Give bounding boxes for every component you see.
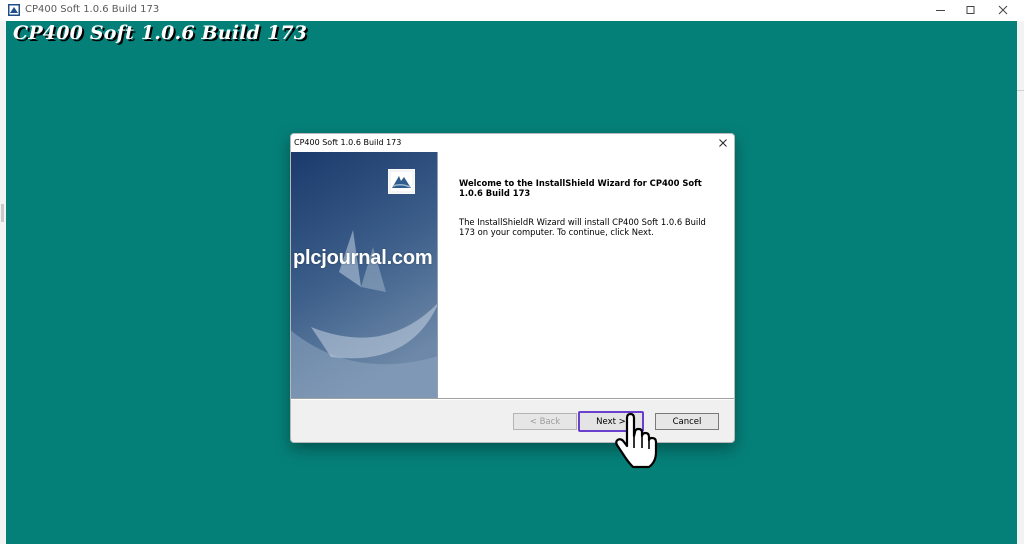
resize-handle: [1, 204, 4, 222]
dialog-titlebar: CP400 Soft 1.0.6 Build 173: [291, 134, 734, 152]
installshield-logo-icon: [388, 169, 415, 194]
cancel-button[interactable]: Cancel: [655, 413, 719, 430]
wizard-side-panel: plcjournal.com: [291, 152, 438, 398]
watermark-text: plcjournal.com: [293, 247, 433, 269]
installer-banner-title: CP400 Soft 1.0.6 Build 173: [13, 22, 308, 44]
hand-cursor-icon: [615, 412, 658, 469]
window-title: CP400 Soft 1.0.6 Build 173: [25, 4, 160, 15]
dialog-close-icon[interactable]: [714, 135, 732, 151]
back-button[interactable]: < Back: [513, 413, 577, 430]
button-separator: [291, 398, 734, 400]
maximize-icon[interactable]: [956, 0, 986, 21]
side-panel-artwork: [291, 152, 438, 398]
frame-divider: [1017, 90, 1024, 91]
wizard-description: The InstallShieldR Wizard will install C…: [459, 217, 706, 237]
installshield-wizard-dialog: CP400 Soft 1.0.6 Build 173 plcjournal.co…: [290, 133, 735, 443]
dialog-title: CP400 Soft 1.0.6 Build 173: [294, 138, 402, 147]
close-icon[interactable]: [988, 0, 1018, 21]
app-icon: [8, 4, 20, 16]
wizard-content: Welcome to the InstallShield Wizard for …: [438, 152, 734, 398]
window-frame-right: [1017, 21, 1024, 544]
minimize-icon[interactable]: [926, 0, 956, 21]
window-titlebar: CP400 Soft 1.0.6 Build 173: [0, 0, 1024, 22]
welcome-heading: Welcome to the InstallShield Wizard for …: [459, 178, 702, 198]
